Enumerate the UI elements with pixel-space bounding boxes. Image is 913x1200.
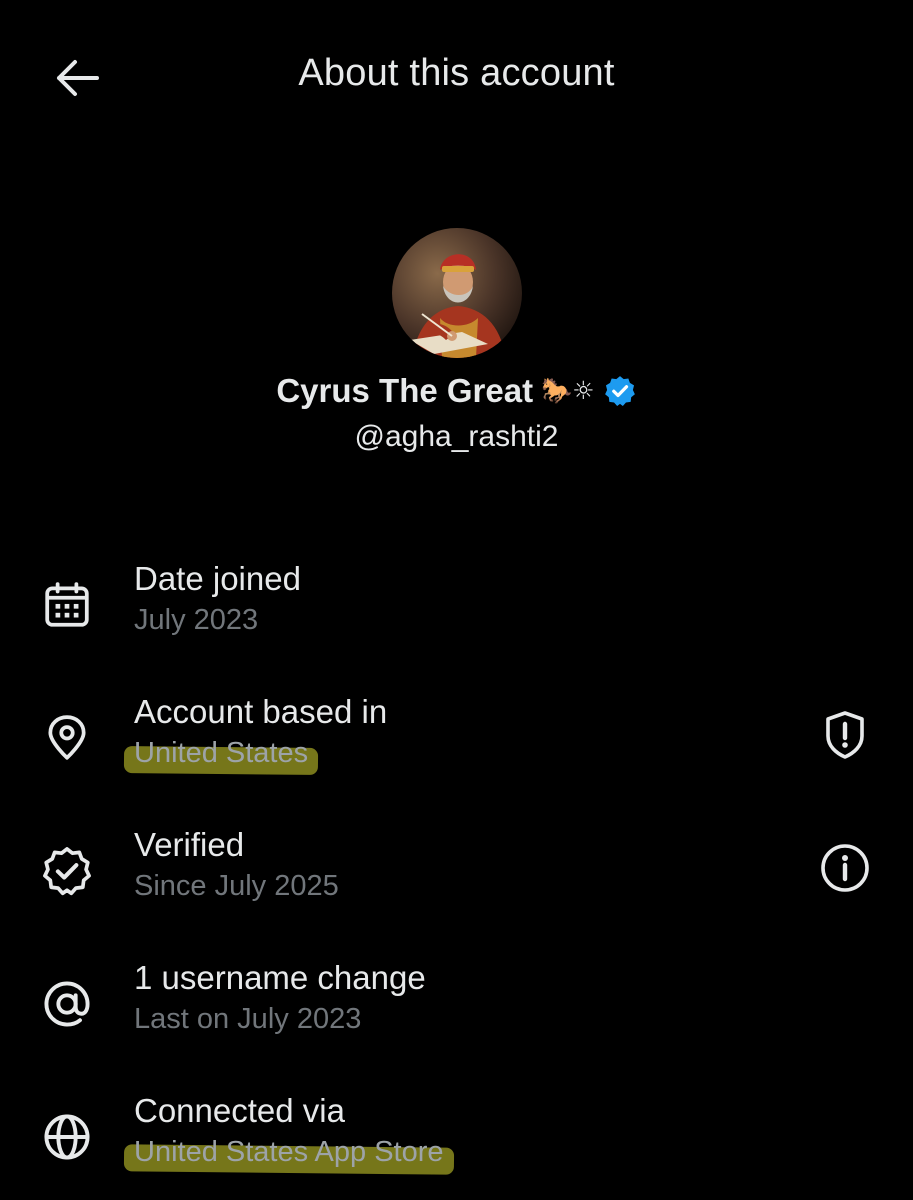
verified-row: Verified Since July 2025 bbox=[0, 826, 913, 926]
username-change-row: 1 username change Last on July 2023 bbox=[0, 959, 913, 1059]
account-based-in-row: Account based in United States bbox=[0, 693, 913, 793]
row-title: Date joined bbox=[134, 560, 301, 597]
highlighted-subtitle: United States bbox=[134, 737, 309, 769]
row-subtitle: United States bbox=[134, 737, 308, 770]
name-emoji: 🐎☼ bbox=[541, 376, 595, 405]
avatar[interactable] bbox=[392, 228, 522, 358]
row-title: 1 username change bbox=[134, 959, 426, 996]
globe-icon bbox=[40, 1110, 94, 1164]
top-bar: About this account bbox=[0, 0, 913, 155]
info-button[interactable] bbox=[817, 840, 873, 896]
page-title: About this account bbox=[298, 52, 615, 94]
profile-name-row: Cyrus The Great 🐎☼ bbox=[0, 372, 913, 410]
highlighted-subtitle: United States App Store bbox=[134, 1136, 444, 1168]
location-pin-icon bbox=[40, 711, 94, 765]
calendar-icon bbox=[40, 578, 94, 632]
row-title: Verified bbox=[134, 826, 245, 863]
row-subtitle: July 2023 bbox=[134, 604, 259, 636]
profile-handle: @agha_rashti2 bbox=[354, 420, 559, 453]
at-sign-icon bbox=[40, 977, 94, 1031]
shield-alert-icon bbox=[826, 711, 864, 759]
row-subtitle: Since July 2025 bbox=[134, 870, 339, 902]
connected-via-row: Connected via United States App Store bbox=[0, 1092, 913, 1192]
row-subtitle: Last on July 2023 bbox=[134, 1003, 362, 1035]
row-subtitle: United States App Store bbox=[134, 1136, 444, 1169]
shield-alert-button[interactable] bbox=[817, 707, 873, 763]
display-name: Cyrus The Great bbox=[276, 372, 534, 409]
verified-badge-icon bbox=[40, 844, 94, 898]
row-title: Account based in bbox=[134, 693, 388, 730]
row-title: Connected via bbox=[134, 1092, 345, 1129]
date-joined-row: Date joined July 2023 bbox=[0, 560, 913, 660]
verified-badge-icon[interactable] bbox=[603, 374, 637, 408]
info-icon bbox=[821, 844, 869, 892]
